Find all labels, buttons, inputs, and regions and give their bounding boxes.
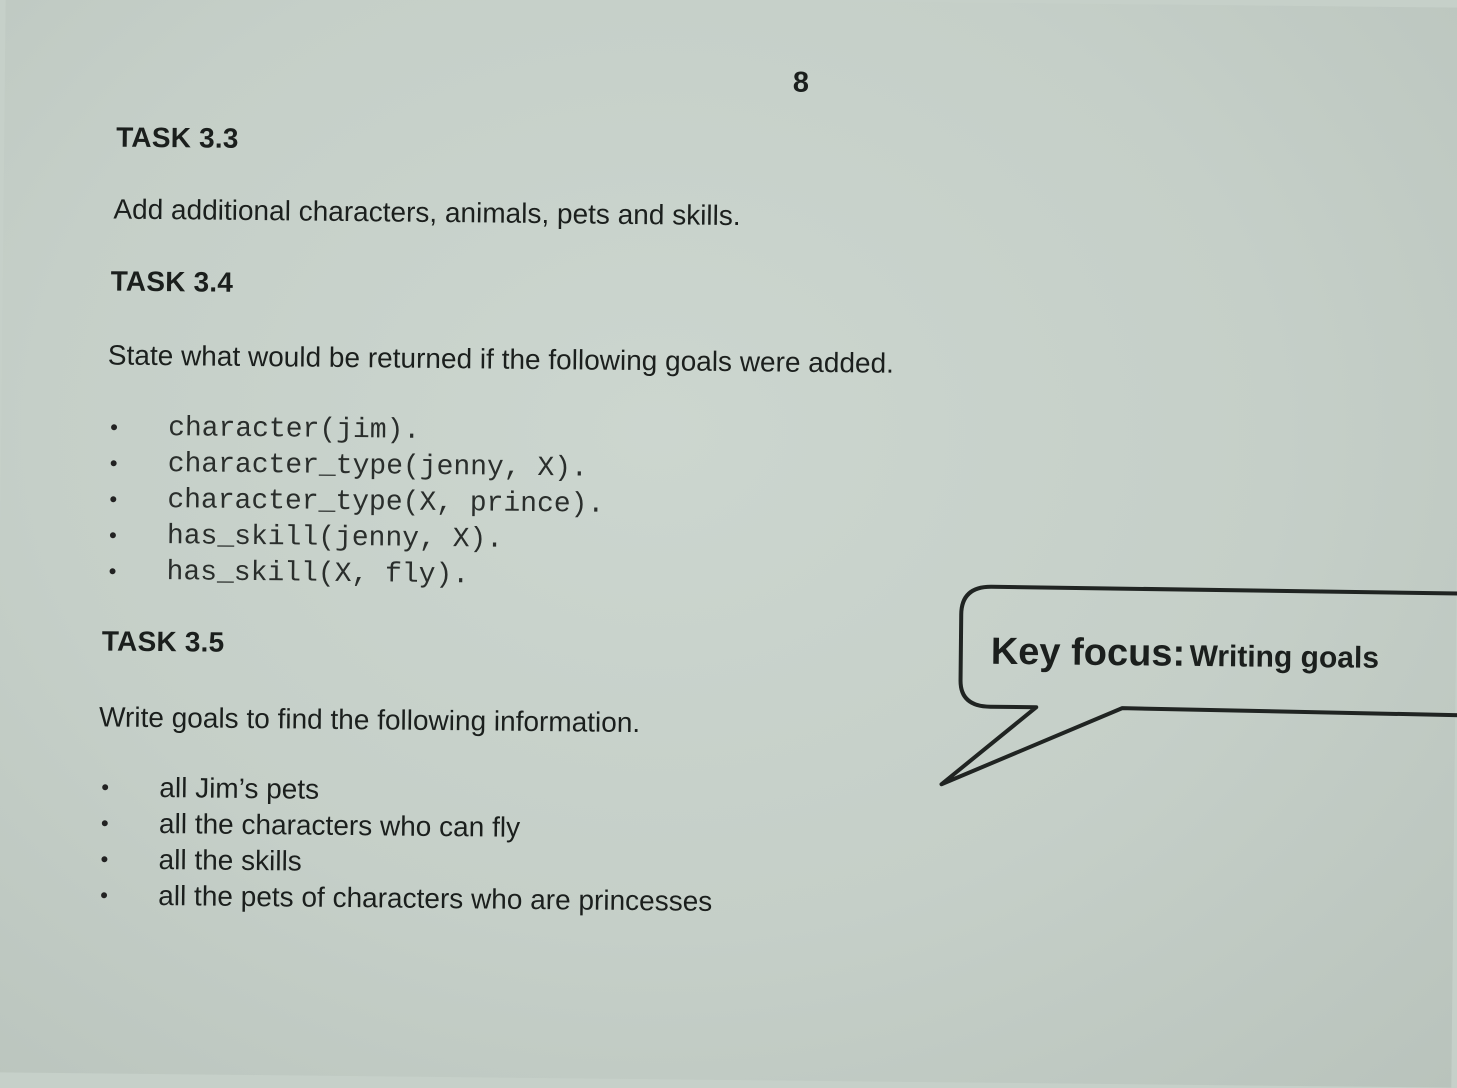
bullet-icon: • (109, 486, 118, 512)
key-focus-topic: Writing goals (1189, 639, 1380, 675)
task-3-4-heading: TASK 3.4 (110, 265, 234, 298)
bullet-icon: • (108, 558, 117, 584)
speech-bubble-icon (939, 584, 1457, 787)
goal-list: • character(jim). • character_type(jenny, … (109, 410, 605, 595)
task-3-4-text: State what would be returned if the foll… (107, 339, 895, 379)
information-text: all the characters who can fly (158, 808, 521, 843)
information-item: • all Jim’s pets (101, 770, 713, 812)
bullet-icon: • (100, 882, 109, 908)
bullet-icon: • (108, 522, 117, 548)
goal-item: • character(jim). (110, 410, 605, 451)
task-3-5-heading: TASK 3.5 (101, 625, 225, 658)
information-item: • all the characters who can fly (101, 806, 713, 848)
information-text: all Jim’s pets (159, 772, 320, 805)
goal-item: • character_type(jenny, X). (110, 446, 605, 487)
information-list: • all Jim’s pets • all the characters who … (100, 770, 714, 920)
bullet-icon: • (100, 810, 109, 836)
information-item: • all the skills (100, 842, 712, 884)
task-3-3-heading: TASK 3.3 (116, 121, 239, 154)
goal-code: has_skill(jenny, X). (166, 520, 504, 556)
task-3-3-text: Add additional characters, animals, pets… (113, 193, 741, 232)
goal-code: character_type(X, prince). (167, 484, 605, 521)
goal-item: • character_type(X, prince). (109, 482, 605, 523)
information-text: all the skills (158, 844, 302, 877)
goal-item: • has_skill(X, fly). (109, 554, 603, 595)
bullet-icon: • (110, 414, 118, 440)
information-text: all the pets of characters who are princ… (158, 880, 713, 917)
bullet-icon: • (101, 774, 110, 800)
goal-item: • has_skill(jenny, X). (109, 518, 604, 559)
page-number: 8 (792, 66, 810, 99)
task-3-5-text: Write goals to find the following inform… (98, 701, 641, 739)
textbook-page: 8 TASK 3.3 Add additional characters, an… (0, 0, 1457, 1088)
show-through-text (1344, 146, 1352, 177)
goal-code: character(jim). (167, 412, 421, 447)
bullet-icon: • (100, 846, 109, 872)
bullet-icon: • (109, 450, 118, 476)
information-item: • all the pets of characters who are prin… (100, 878, 713, 920)
goal-code: character_type(jenny, X). (167, 448, 588, 485)
key-focus-callout: Key focus: Writing goals (939, 582, 1457, 798)
goal-code: has_skill(X, fly). (166, 556, 470, 591)
key-focus-label: Key focus: (990, 630, 1186, 675)
